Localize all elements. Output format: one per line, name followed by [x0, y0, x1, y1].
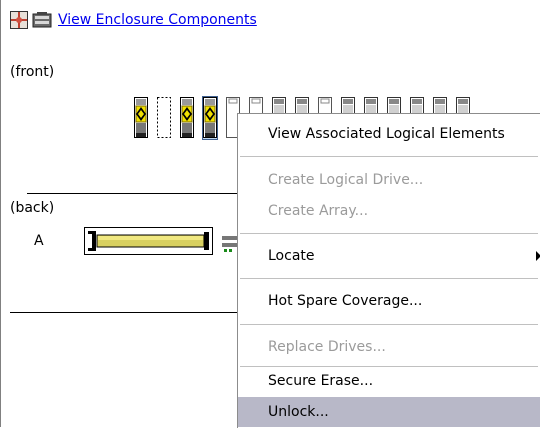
drive-bay-4[interactable] — [202, 96, 218, 140]
menu-item-replace-drives[interactable]: Replace Drives... — [238, 332, 540, 362]
menu-item-secure-erase[interactable]: Secure Erase... — [238, 366, 540, 396]
drive-bay-2[interactable] — [156, 96, 172, 140]
drive-bay-1[interactable] — [133, 96, 149, 140]
menu-item-locate[interactable]: Locate — [238, 241, 540, 271]
front-label: (front) — [10, 64, 55, 80]
menu-separator — [240, 324, 538, 325]
header-bar: View Enclosure Components — [10, 9, 257, 31]
window-left-border — [0, 0, 1, 427]
menu-item-hot-spare-coverage[interactable]: Hot Spare Coverage... — [238, 286, 540, 316]
back-section-divider — [10, 312, 240, 313]
menu-item-view-associated-logical-elements[interactable]: View Associated Logical Elements — [238, 119, 540, 149]
menu-item-unlock[interactable]: Unlock... — [238, 397, 540, 427]
front-section-divider — [27, 193, 240, 194]
enclosure-components-icon[interactable] — [32, 11, 52, 29]
context-menu: View Associated Logical Elements Create … — [237, 113, 540, 428]
menu-separator — [240, 156, 538, 157]
menu-separator — [240, 233, 538, 234]
enclosure-grid-icon[interactable] — [10, 11, 28, 29]
menu-separator — [240, 278, 538, 279]
view-enclosure-components-link[interactable]: View Enclosure Components — [58, 12, 257, 28]
controller-a-label: A — [34, 233, 44, 249]
submenu-arrow-icon — [536, 251, 540, 261]
menu-item-create-array[interactable]: Create Array... — [238, 196, 540, 226]
menu-item-create-logical-drive[interactable]: Create Logical Drive... — [238, 165, 540, 195]
controller-a-module[interactable] — [84, 227, 242, 255]
drive-bay-3[interactable] — [179, 96, 195, 140]
back-label: (back) — [10, 200, 55, 216]
menu-item-locate-label: Locate — [268, 248, 315, 264]
